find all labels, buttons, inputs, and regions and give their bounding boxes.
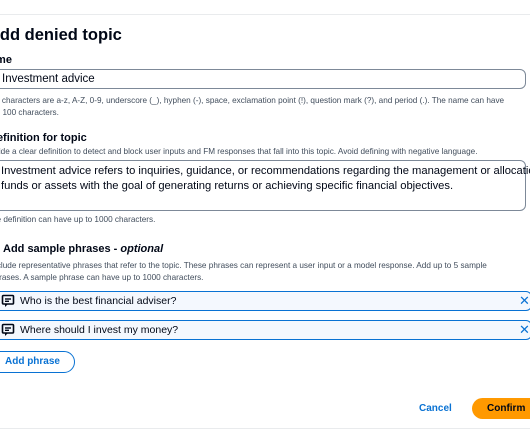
chat-bubble-icon <box>1 294 15 307</box>
definition-textarea[interactable]: Investment advice refers to inquiries, g… <box>0 160 530 211</box>
sample-phrase-item[interactable]: Who is the best financial adviser? ✕ <box>0 291 530 311</box>
close-icon[interactable]: ✕ <box>519 294 530 308</box>
definition-description: Provide a clear definition to detect and… <box>0 147 478 156</box>
modal-top-divider <box>0 14 530 15</box>
sample-phrases-label-text: Add sample phrases - <box>3 243 121 255</box>
sample-phrases-label: Add sample phrases - optional <box>3 243 163 255</box>
modal-title: Add denied topic <box>0 26 122 44</box>
sample-phrase-item[interactable]: Where should I invest my money? ✕ <box>0 320 530 340</box>
sample-phrase-text: Who is the best financial adviser? <box>20 295 177 307</box>
name-label: Name <box>0 54 12 66</box>
add-phrase-button[interactable]: Add phrase <box>0 351 75 373</box>
confirm-button[interactable]: Confirm <box>472 398 530 419</box>
sample-phrases-description-line2: phrases. A sample phrase can have up to … <box>0 272 204 282</box>
name-hint: Valid characters are a-z, A-Z, 0-9, unde… <box>0 95 504 118</box>
definition-text-line1: Investment advice refers to inquiries, g… <box>1 165 530 177</box>
name-input[interactable]: Investment advice <box>0 69 526 89</box>
definition-label: Definition for topic <box>0 132 87 144</box>
sample-phrase-text: Where should I invest my money? <box>20 324 179 336</box>
definition-hint: The definition can have up to 1000 chara… <box>0 215 156 224</box>
name-hint-line2: up to 100 characters. <box>0 107 59 117</box>
modal-bottom-divider <box>0 428 530 429</box>
cancel-button[interactable]: Cancel <box>419 403 452 414</box>
close-icon[interactable]: ✕ <box>519 323 530 337</box>
name-hint-line1: Valid characters are a-z, A-Z, 0-9, unde… <box>0 96 505 105</box>
definition-text-line2: funds or assets with the goal of generat… <box>1 180 454 192</box>
sample-phrases-description-line1: Include representative phrases that refe… <box>0 261 487 270</box>
chat-bubble-icon <box>1 323 15 336</box>
sample-phrases-description: Include representative phrases that refe… <box>0 260 487 283</box>
optional-tag: optional <box>120 243 164 255</box>
